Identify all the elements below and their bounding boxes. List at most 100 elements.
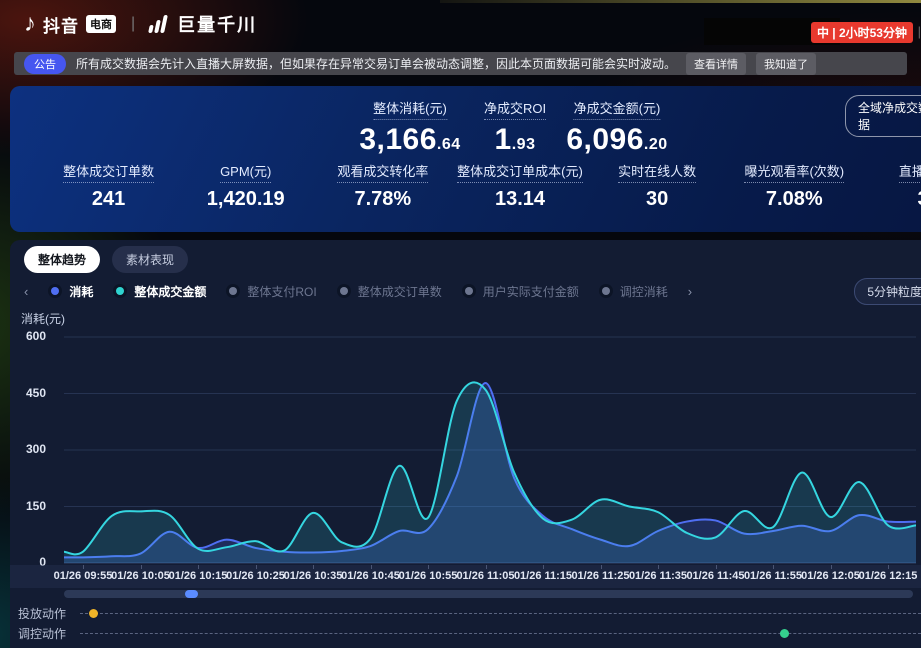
stats-panel: 全域净成交数据 ▼ 整体消耗(元) 3,166.64 净成交ROI 1.93 净成交金额…: [10, 86, 921, 232]
trend-chart[interactable]: [58, 330, 918, 568]
tab-inactive[interactable]: 素材表现: [112, 246, 188, 273]
series-area-1: [64, 382, 916, 563]
legend-dot-icon: [337, 284, 351, 298]
stat-value: 1.93: [484, 123, 546, 157]
qianchuan-bars-icon: [148, 15, 168, 33]
action-timeline[interactable]: [80, 605, 921, 621]
stat-value: 13.14: [451, 188, 588, 211]
douyin-note-icon: ♪: [24, 12, 36, 36]
primary-stat: 净成交金额(元)6,096.20: [566, 98, 667, 157]
x-tick-mark: [83, 565, 84, 569]
action-row-0: 投放动作: [18, 605, 921, 621]
legend-dot-color: [51, 287, 59, 295]
legend-dot-color: [602, 287, 610, 295]
stat-label: 实时在线人数: [618, 161, 696, 183]
live-duration-badge: 中 | 2小时53分钟: [811, 22, 913, 43]
x-tick-mark: [198, 565, 199, 569]
x-tick-mark: [141, 565, 142, 569]
stat-value: 3,0: [863, 188, 921, 211]
legend-item[interactable]: 整体成交金额: [113, 283, 206, 300]
stat-value: 7.08%: [726, 188, 863, 211]
stat-label: 观看成交转化率: [337, 161, 428, 183]
stat-value: 1,420.19: [177, 188, 314, 211]
view-detail-button[interactable]: 查看详情: [686, 53, 746, 75]
metric-legend: ‹ 消耗 整体成交金额 整体支付ROI 整体成交订单数 用户实际支付金额 调控消耗 ›: [24, 282, 921, 300]
stat-label: 整体成交订单数: [63, 161, 154, 183]
stat-value: 7.78%: [314, 188, 451, 211]
notice-badge: 公告: [24, 54, 66, 74]
legend-item-label: 整体支付ROI: [247, 283, 316, 300]
stat-value: 3,166.64: [359, 123, 460, 157]
scope-dropdown[interactable]: 全域净成交数据 ▼: [845, 95, 921, 137]
legend-item-label: 整体成交金额: [134, 283, 206, 300]
legend-dot-color: [116, 287, 124, 295]
action-marker-dot[interactable]: [780, 629, 789, 638]
qianchuan-logo-text: 巨量千川: [177, 11, 257, 37]
legend-scroll-right-icon[interactable]: ›: [688, 285, 692, 298]
stat-value-fraction: .93: [512, 136, 536, 153]
legend-item[interactable]: 调控消耗: [599, 283, 668, 300]
secondary-stat: 观看成交转化率 7.78%: [314, 161, 451, 211]
action-marker-dot[interactable]: [89, 609, 98, 618]
y-axis-title: 消耗(元): [21, 310, 65, 327]
primary-stat: 整体消耗(元) 3,166.64: [359, 98, 460, 157]
secondary-stat: 整体成交订单数 241: [40, 161, 177, 211]
dashboard-screen: ♪ 抖音 电商 | 巨量千川 中 | 2小时53分钟 | 公告 所有成交数据会先…: [0, 0, 921, 648]
stat-value: 241: [40, 188, 177, 211]
stat-label: GPM(元): [220, 161, 271, 183]
action-dashed-line: [80, 633, 921, 634]
notice-text: 所有成交数据会先计入直播大屏数据，但如果存在异常交易订单会被动态调整，因此本页面…: [76, 55, 676, 72]
stat-label: 净成交ROI: [484, 98, 546, 120]
legend-item[interactable]: 用户实际支付金额: [462, 283, 579, 300]
primary-stat: 净成交ROI 1.93: [484, 98, 546, 157]
x-tick-mark: [773, 565, 774, 569]
chart-scrollbar[interactable]: [64, 590, 913, 598]
legend-dot-color: [340, 287, 348, 295]
action-row-1: 调控动作: [18, 625, 921, 641]
stat-label: 直播间整体: [899, 161, 921, 183]
stat-label: 净成交金额(元): [574, 98, 661, 120]
tab-active[interactable]: 整体趋势: [24, 246, 100, 273]
legend-dot-color: [229, 287, 237, 295]
secondary-stat: 曝光观看率(次数)7.08%: [726, 161, 863, 211]
action-row-label: 投放动作: [18, 605, 68, 622]
legend-item-label: 消耗: [69, 283, 93, 300]
legend-item-label: 用户实际支付金额: [483, 283, 579, 300]
legend-item[interactable]: 整体成交订单数: [337, 283, 442, 300]
secondary-stat: 整体成交订单成本(元) 13.14: [451, 161, 588, 211]
x-tick-label: 01/26 12:15: [843, 570, 921, 582]
x-tick-mark: [888, 565, 889, 569]
action-row-label: 调控动作: [18, 625, 68, 642]
legend-dot-icon: [599, 284, 613, 298]
action-timeline[interactable]: [80, 625, 921, 641]
legend-item-label: 调控消耗: [620, 283, 668, 300]
granularity-dropdown[interactable]: 5分钟粒度: [854, 278, 921, 305]
got-it-button[interactable]: 我知道了: [756, 53, 816, 75]
x-tick-mark: [313, 565, 314, 569]
douyin-logo-text: 抖音: [43, 12, 79, 37]
topbar: ♪ 抖音 电商 | 巨量千川 中 | 2小时53分钟 |: [0, 0, 921, 48]
stat-label: 整体成交订单成本(元): [457, 161, 583, 183]
scope-dropdown-label: 全域净成交数据: [858, 99, 921, 133]
legend-scroll-left-icon[interactable]: ‹: [24, 285, 28, 298]
stat-label: 整体消耗(元): [373, 98, 447, 120]
action-dashed-line: [80, 613, 921, 614]
legend-dot-color: [465, 287, 473, 295]
stat-value: 30: [589, 188, 726, 211]
x-tick-mark: [658, 565, 659, 569]
secondary-stat: 直播间整体 3,0: [863, 161, 921, 211]
legend-item[interactable]: 消耗: [48, 283, 93, 300]
y-tick-label: 450: [16, 386, 46, 400]
secondary-stat: GPM(元) 1,420.19: [177, 161, 314, 211]
x-tick-mark: [371, 565, 372, 569]
legend-dot-icon: [462, 284, 476, 298]
legend-item-label: 整体成交订单数: [358, 283, 442, 300]
brand-divider: |: [131, 15, 135, 33]
legend-item[interactable]: 整体支付ROI: [226, 283, 316, 300]
secondary-stat: 实时在线人数 30: [589, 161, 726, 211]
legend-dot-icon: [113, 284, 127, 298]
x-tick-mark: [716, 565, 717, 569]
scrollbar-handle[interactable]: [185, 590, 198, 598]
legend-dot-icon: [48, 284, 62, 298]
brand-logos: ♪ 抖音 电商 | 巨量千川: [24, 11, 257, 37]
